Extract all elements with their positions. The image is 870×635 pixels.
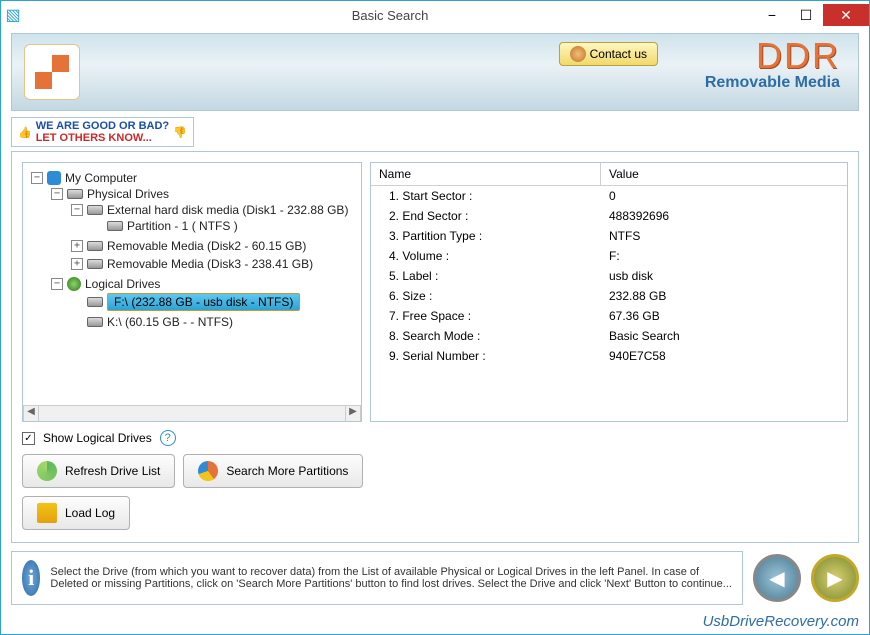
brand: DDR Removable Media bbox=[705, 38, 840, 92]
thumbs-up-icon: 👍 bbox=[18, 126, 32, 139]
property-row: 1. Start Sector :0 bbox=[371, 186, 847, 206]
property-row: 4. Volume :F: bbox=[371, 246, 847, 266]
horizontal-scrollbar[interactable]: ◀ ▶ bbox=[23, 405, 361, 421]
property-row: 6. Size :232.88 GB bbox=[371, 286, 847, 306]
properties-panel: Name Value 1. Start Sector :0 2. End Sec… bbox=[370, 162, 848, 422]
maximize-button[interactable]: ☐ bbox=[789, 4, 823, 26]
property-row: 5. Label :usb disk bbox=[371, 266, 847, 286]
tree-node-disk3[interactable]: + Removable Media (Disk3 - 238.41 GB) bbox=[71, 257, 357, 271]
tree-node-physical[interactable]: − Physical Drives bbox=[51, 187, 357, 201]
drive-icon bbox=[87, 259, 103, 269]
col-value[interactable]: Value bbox=[601, 163, 647, 185]
window-title: Basic Search bbox=[25, 8, 755, 23]
logical-drives-icon bbox=[67, 277, 81, 291]
banner: Contact us DDR Removable Media bbox=[11, 33, 859, 111]
app-logo bbox=[24, 44, 80, 100]
prop-value: 67.36 GB bbox=[601, 306, 668, 326]
drive-icon bbox=[87, 205, 103, 215]
info-icon: i bbox=[22, 560, 40, 596]
collapse-icon[interactable]: − bbox=[31, 172, 43, 184]
brand-title: DDR bbox=[705, 38, 840, 74]
brand-subtitle: Removable Media bbox=[705, 74, 840, 92]
drive-icon bbox=[107, 221, 123, 231]
prop-value: 940E7C58 bbox=[601, 346, 674, 366]
prop-name: 2. End Sector : bbox=[371, 206, 601, 226]
computer-icon bbox=[47, 171, 61, 185]
close-button[interactable]: ✕ bbox=[823, 4, 869, 26]
drive-icon bbox=[87, 297, 103, 307]
collapse-icon[interactable]: − bbox=[51, 278, 63, 290]
prop-value: 488392696 bbox=[601, 206, 677, 226]
scroll-right-icon[interactable]: ▶ bbox=[345, 406, 361, 421]
info-panel: i Select the Drive (from which you want … bbox=[11, 551, 743, 605]
tree-node-disk2[interactable]: + Removable Media (Disk2 - 60.15 GB) bbox=[71, 239, 357, 253]
refresh-icon bbox=[37, 461, 57, 481]
expand-icon[interactable]: + bbox=[71, 240, 83, 252]
tree-node-disk1[interactable]: − External hard disk media (Disk1 - 232.… bbox=[71, 203, 357, 217]
next-button[interactable]: ▶ bbox=[811, 554, 859, 602]
help-icon[interactable]: ? bbox=[160, 430, 176, 446]
refresh-drive-list-button[interactable]: Refresh Drive List bbox=[22, 454, 175, 488]
drive-icon bbox=[87, 317, 103, 327]
prop-value: 0 bbox=[601, 186, 624, 206]
prop-value: 232.88 GB bbox=[601, 286, 674, 306]
prop-name: 5. Label : bbox=[371, 266, 601, 286]
tree-node-drive-f[interactable]: F:\ (232.88 GB - usb disk - NTFS) bbox=[71, 293, 357, 311]
arrow-left-icon: ◀ bbox=[769, 566, 784, 591]
prop-name: 4. Volume : bbox=[371, 246, 601, 266]
property-row: 8. Search Mode :Basic Search bbox=[371, 326, 847, 346]
properties-header: Name Value bbox=[371, 163, 847, 186]
thumbs-down-icon: 👎 bbox=[173, 126, 187, 139]
partition-icon bbox=[198, 461, 218, 481]
prop-value: usb disk bbox=[601, 266, 661, 286]
prop-value: Basic Search bbox=[601, 326, 688, 346]
prop-name: 8. Search Mode : bbox=[371, 326, 601, 346]
property-row: 2. End Sector :488392696 bbox=[371, 206, 847, 226]
drive-icon bbox=[67, 189, 83, 199]
main-panel: − My Computer − Physical Drives bbox=[11, 151, 859, 543]
search-more-partitions-button[interactable]: Search More Partitions bbox=[183, 454, 363, 488]
back-button[interactable]: ◀ bbox=[753, 554, 801, 602]
property-row: 9. Serial Number :940E7C58 bbox=[371, 346, 847, 366]
prop-name: 7. Free Space : bbox=[371, 306, 601, 326]
collapse-icon[interactable]: − bbox=[51, 188, 63, 200]
collapse-icon[interactable]: − bbox=[71, 204, 83, 216]
scroll-left-icon[interactable]: ◀ bbox=[23, 406, 39, 421]
drive-icon bbox=[87, 241, 103, 251]
prop-name: 1. Start Sector : bbox=[371, 186, 601, 206]
col-name[interactable]: Name bbox=[371, 163, 601, 185]
tree-node-partition1[interactable]: Partition - 1 ( NTFS ) bbox=[91, 219, 357, 233]
feedback-button[interactable]: 👍 WE ARE GOOD OR BAD? LET OTHERS KNOW...… bbox=[11, 117, 194, 147]
info-text: Select the Drive (from which you want to… bbox=[50, 566, 732, 590]
feedback-bar: 👍 WE ARE GOOD OR BAD? LET OTHERS KNOW...… bbox=[11, 117, 859, 147]
tree-node-logical[interactable]: − Logical Drives bbox=[51, 277, 357, 291]
expand-icon[interactable]: + bbox=[71, 258, 83, 270]
drive-tree[interactable]: − My Computer − Physical Drives bbox=[23, 163, 361, 403]
property-row: 3. Partition Type :NTFS bbox=[371, 226, 847, 246]
drive-tree-panel: − My Computer − Physical Drives bbox=[22, 162, 362, 422]
load-log-button[interactable]: Load Log bbox=[22, 496, 130, 530]
app-icon: ▧ bbox=[1, 5, 25, 25]
prop-name: 6. Size : bbox=[371, 286, 601, 306]
tree-node-drive-k[interactable]: K:\ (60.15 GB - - NTFS) bbox=[71, 315, 357, 329]
prop-name: 9. Serial Number : bbox=[371, 346, 601, 366]
website-url: UsbDriveRecovery.com bbox=[1, 611, 869, 634]
show-logical-checkbox[interactable]: ✓ bbox=[22, 432, 35, 445]
app-window: ▧ Basic Search − ☐ ✕ Contact us DDR Remo… bbox=[0, 0, 870, 635]
prop-value: F: bbox=[601, 246, 628, 266]
arrow-right-icon: ▶ bbox=[827, 566, 842, 591]
show-logical-label: Show Logical Drives bbox=[43, 431, 152, 445]
prop-name: 3. Partition Type : bbox=[371, 226, 601, 246]
person-icon bbox=[570, 46, 586, 62]
contact-us-button[interactable]: Contact us bbox=[559, 42, 658, 66]
titlebar: ▧ Basic Search − ☐ ✕ bbox=[1, 1, 869, 29]
property-row: 7. Free Space :67.36 GB bbox=[371, 306, 847, 326]
log-icon bbox=[37, 503, 57, 523]
minimize-button[interactable]: − bbox=[755, 4, 789, 26]
tree-node-my-computer[interactable]: − My Computer bbox=[31, 171, 357, 185]
prop-value: NTFS bbox=[601, 226, 648, 246]
